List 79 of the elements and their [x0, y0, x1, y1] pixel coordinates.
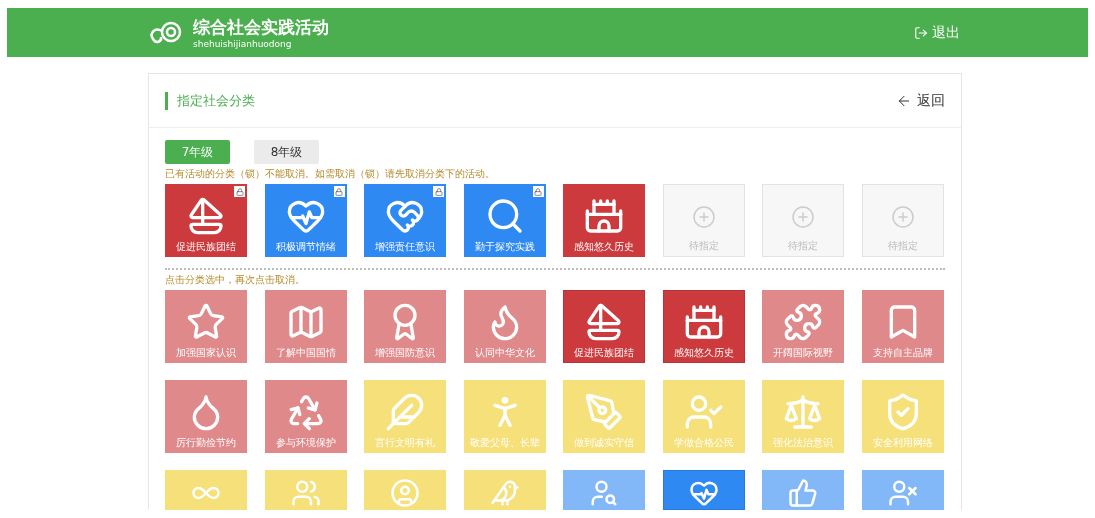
- users-icon: [290, 478, 321, 508]
- lock-note: 已有活动的分类（锁）不能取消。如需取消（锁）请先取消分类下的活动。: [165, 168, 496, 181]
- tile-label: 开阔国际视野: [773, 346, 833, 360]
- site-title: 综合社会实践活动: [193, 16, 329, 39]
- category-tile[interactable]: [364, 470, 446, 510]
- tile-label: 敬爱父母、长辈: [469, 436, 540, 450]
- tile-label: 加强国家认识: [176, 346, 236, 360]
- category-tile[interactable]: 安全利用网络: [861, 380, 944, 453]
- sailboat-icon: [584, 302, 624, 342]
- category-tile[interactable]: 加强国家认识: [165, 290, 247, 363]
- category-tile[interactable]: [762, 470, 844, 510]
- tile-label: 增强国防意识: [375, 346, 435, 360]
- category-tile[interactable]: [861, 470, 944, 510]
- grade-tab[interactable]: 8年级: [254, 140, 319, 164]
- thumbs-up-icon: [788, 478, 818, 508]
- category-tile[interactable]: 做到诚实守信: [563, 380, 645, 453]
- category-tile[interactable]: 开阔国际视野: [762, 290, 844, 363]
- add-icon: [890, 205, 915, 229]
- category-tile[interactable]: 感知悠久历史: [662, 290, 745, 363]
- category-tile[interactable]: 勤于探究实践: [463, 184, 546, 257]
- tile-label: 支持自主品牌: [872, 346, 933, 360]
- tile-label: 参与环境保护: [275, 436, 336, 450]
- category-tile[interactable]: 促进民族团结: [563, 290, 645, 363]
- category-tile[interactable]: 支持自主品牌: [861, 290, 944, 363]
- category-tile[interactable]: 学做合格公民: [662, 380, 745, 453]
- user-search-icon: [589, 478, 619, 508]
- pen-icon: [584, 392, 624, 432]
- category-tile[interactable]: 增强国防意识: [364, 290, 446, 363]
- tile-label: 积极调节情绪: [275, 240, 336, 254]
- castle-icon: [683, 302, 724, 342]
- user-icon: [390, 478, 420, 508]
- bird-icon: [489, 478, 520, 508]
- category-tile[interactable]: 厉行勤俭节约: [165, 380, 247, 453]
- sailboat-icon: [186, 196, 226, 236]
- tile-label: 增强责任意识: [375, 240, 435, 254]
- category-tile[interactable]: [463, 470, 546, 510]
- feather-icon: [385, 392, 425, 432]
- tile-label: 感知悠久历史: [574, 240, 634, 254]
- category-tile[interactable]: 感知悠久历史: [563, 184, 645, 257]
- logout-link[interactable]: 退出: [914, 23, 960, 42]
- user-remove-icon: [887, 478, 918, 508]
- category-tile[interactable]: 积极调节情绪: [264, 184, 347, 257]
- tile-label: 强化法治意识: [773, 436, 833, 450]
- category-tile[interactable]: 认同中华文化: [463, 290, 546, 363]
- category-tile[interactable]: 敬爱父母、长辈: [463, 380, 546, 453]
- category-tile[interactable]: 强化法治意识: [762, 380, 844, 453]
- category-tile[interactable]: [165, 470, 247, 510]
- tile-label: 学做合格公民: [673, 436, 734, 450]
- logout-icon: [914, 25, 928, 40]
- tile-label: 感知悠久历史: [673, 346, 734, 360]
- tile-label: 厉行勤俭节约: [176, 436, 236, 450]
- tile-label: 勤于探究实践: [474, 240, 535, 254]
- add-icon: [691, 205, 716, 229]
- back-link[interactable]: 返回: [896, 91, 945, 110]
- tile-label: 了解中国国情: [275, 346, 336, 360]
- tile-label: 促进民族团结: [176, 240, 236, 254]
- scale-icon: [783, 392, 823, 432]
- tile-label: 做到诚实守信: [574, 436, 634, 450]
- tile-label: 认同中华文化: [474, 346, 535, 360]
- star-icon: [186, 302, 226, 342]
- grade-tab[interactable]: 7年级: [165, 140, 230, 164]
- site-subtitle: shehuishijianhuodong: [193, 39, 293, 49]
- tile-label: 促进民族团结: [574, 346, 634, 360]
- add-icon: [791, 205, 815, 229]
- select-note: 点击分类选中，再次点击取消。: [165, 274, 306, 287]
- panel-title: 指定社会分类: [165, 91, 255, 110]
- category-tile[interactable]: [662, 470, 745, 510]
- tile-label: 言行文明有礼: [375, 436, 435, 450]
- category-tile[interactable]: 促进民族团结: [165, 184, 247, 257]
- category-tile[interactable]: 言行文明有礼: [364, 380, 446, 453]
- tile-label: 安全利用网络: [872, 436, 933, 450]
- category-tile[interactable]: [264, 470, 347, 510]
- category-tile[interactable]: 增强责任意识: [364, 184, 446, 257]
- category-tile[interactable]: 参与环境保护: [264, 380, 347, 453]
- puzzle-icon: [783, 302, 823, 342]
- user-check-icon: [683, 392, 724, 432]
- category-tile[interactable]: 了解中国国情: [264, 290, 347, 363]
- castle-icon: [584, 196, 624, 236]
- category-tile[interactable]: [563, 470, 645, 510]
